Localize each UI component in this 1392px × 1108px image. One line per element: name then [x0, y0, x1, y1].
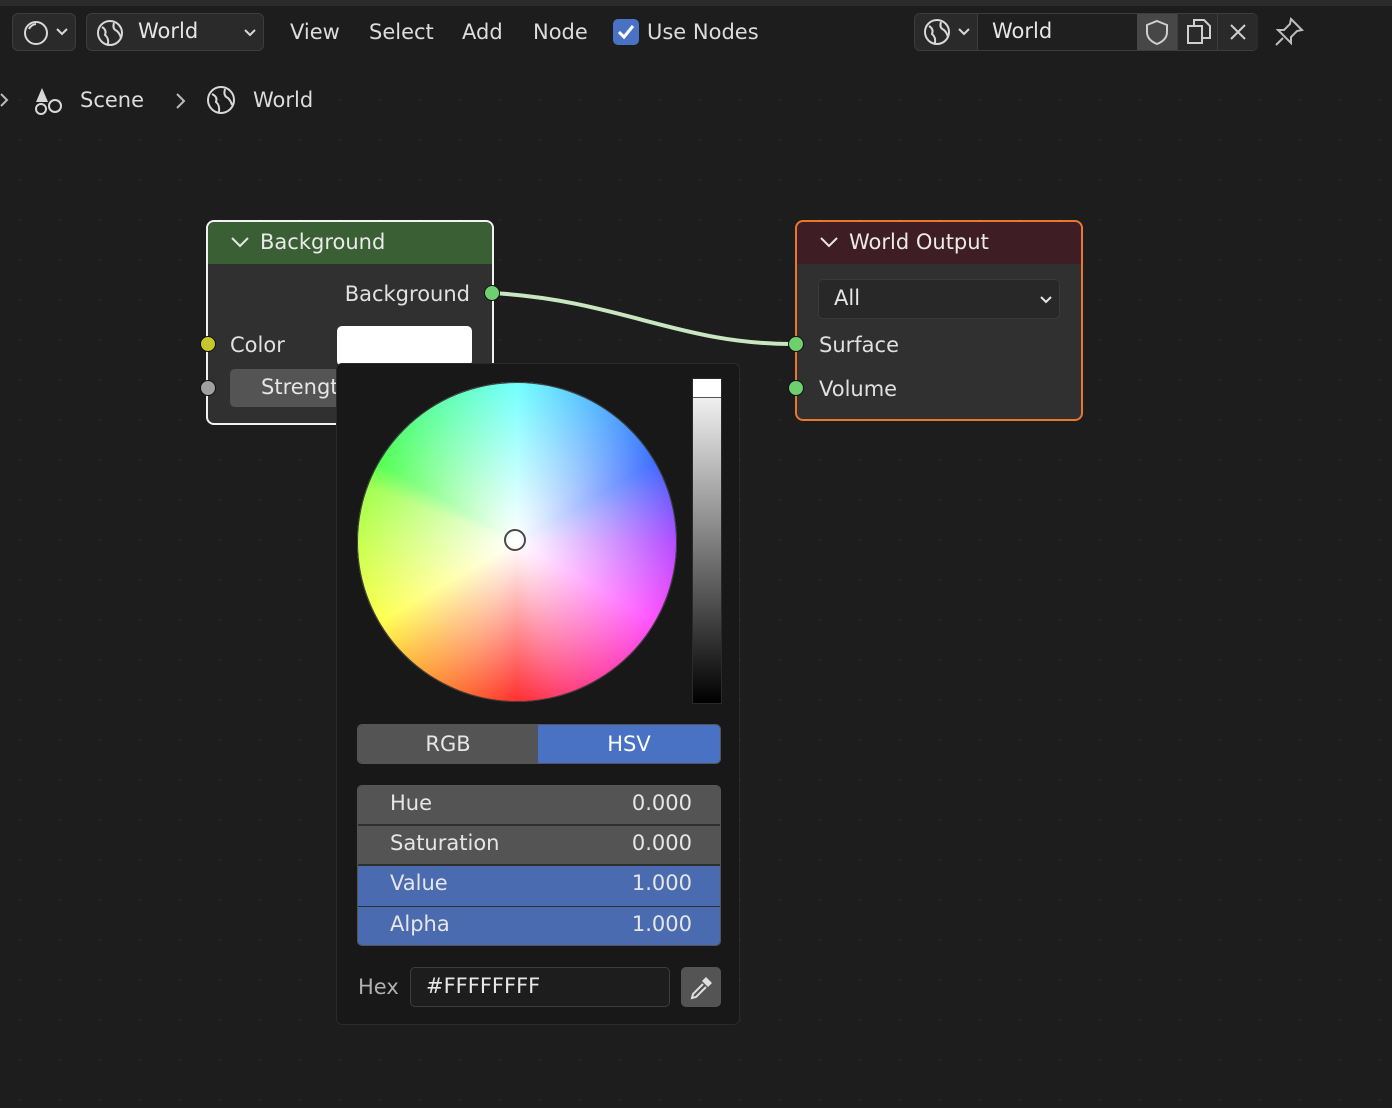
- saturation-value: 0.000: [631, 831, 692, 855]
- value-label: Value: [390, 871, 448, 895]
- color-input-label: Color: [230, 333, 285, 357]
- eyedropper-icon: [690, 977, 712, 1000]
- chevron-down-icon: [1040, 296, 1052, 304]
- value-slider-handle[interactable]: [693, 379, 721, 398]
- alpha-field[interactable]: Alpha 1.000: [358, 907, 720, 945]
- target-value: All: [834, 286, 861, 310]
- eyedropper-button[interactable]: [681, 967, 721, 1007]
- collapse-chevron-icon[interactable]: [819, 236, 839, 250]
- hue-field[interactable]: Hue 0.000: [358, 786, 720, 824]
- hex-input[interactable]: #FFFFFFFF: [410, 967, 670, 1007]
- value-slider[interactable]: [692, 378, 722, 704]
- saturation-label: Saturation: [390, 831, 500, 855]
- color-picker-popup: RGB HSV Hue 0.000 Saturation 0.000 Value…: [336, 363, 740, 1025]
- alpha-label: Alpha: [390, 912, 450, 936]
- mode-hsv-button[interactable]: HSV: [538, 725, 720, 763]
- mode-rgb-button[interactable]: RGB: [358, 725, 538, 763]
- world-output-node[interactable]: World Output All Surface Volume: [795, 220, 1083, 421]
- wheel-cursor[interactable]: [504, 529, 526, 551]
- collapse-chevron-icon[interactable]: [230, 236, 250, 250]
- volume-input-label: Volume: [819, 377, 898, 401]
- hex-value: #FFFFFFFF: [426, 974, 541, 998]
- hue-saturation-wheel[interactable]: [357, 382, 677, 702]
- color-swatch[interactable]: [337, 326, 472, 366]
- background-node-header[interactable]: Background: [208, 222, 492, 264]
- hex-label: Hex: [358, 975, 399, 999]
- node-title: Background: [260, 230, 386, 254]
- hue-label: Hue: [390, 791, 433, 815]
- volume-input-socket[interactable]: [788, 380, 804, 396]
- hue-value: 0.000: [631, 791, 692, 815]
- strength-input-socket[interactable]: [200, 380, 216, 396]
- alpha-value: 1.000: [631, 912, 692, 936]
- value-value: 1.000: [631, 871, 692, 895]
- saturation-field[interactable]: Saturation 0.000: [358, 826, 720, 864]
- node-title: World Output: [849, 230, 989, 254]
- value-field[interactable]: Value 1.000: [358, 866, 720, 906]
- world-output-node-header[interactable]: World Output: [797, 222, 1081, 264]
- color-input-socket[interactable]: [200, 336, 216, 352]
- surface-input-label: Surface: [819, 333, 900, 357]
- surface-input-socket[interactable]: [788, 336, 804, 352]
- strength-label: Strengt: [261, 375, 339, 399]
- target-dropdown[interactable]: All: [818, 279, 1060, 319]
- color-mode-toggle: RGB HSV: [357, 724, 721, 764]
- background-output-socket[interactable]: [484, 285, 500, 301]
- hsva-fields: Hue 0.000 Saturation 0.000 Value 1.000 A…: [357, 785, 721, 946]
- background-output-label: Background: [344, 282, 470, 306]
